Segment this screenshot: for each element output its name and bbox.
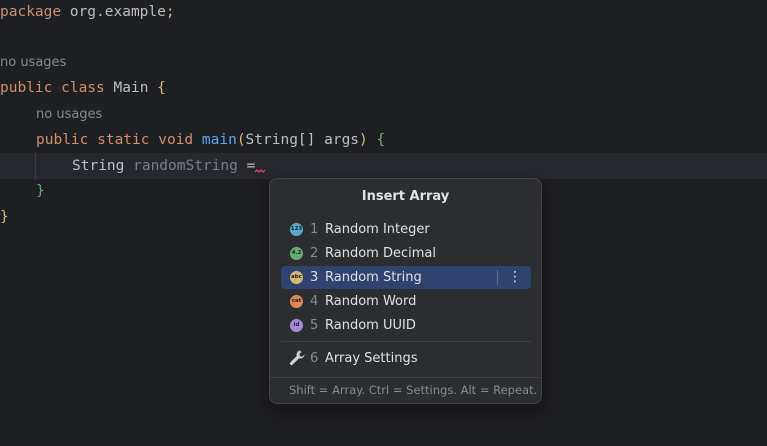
shortcut-hint: Shift = Array. Ctrl = Settings. Alt = Re… (289, 383, 538, 397)
class-name: Main (104, 80, 149, 96)
item-label: Random UUID (325, 318, 416, 333)
item-number: 6 (310, 351, 319, 366)
method-paren-open: ( (236, 132, 246, 148)
popup-divider (281, 341, 531, 342)
code-line-statement[interactable]: String randomString = (72, 154, 266, 178)
string-icon: abc (290, 271, 303, 284)
integer-icon: 123 (290, 223, 303, 236)
item-label: Random Decimal (325, 246, 436, 261)
item-label: Random Integer (325, 222, 430, 237)
param-name: args (315, 132, 360, 148)
keyword-class: class (52, 80, 105, 96)
statement-variable: randomString (124, 158, 238, 174)
item-label: Array Settings (325, 351, 418, 366)
keyword-public: public (0, 80, 53, 96)
method-name: main (193, 132, 237, 148)
code-line-package[interactable]: package org.example; (0, 0, 175, 24)
popup-item-random-string[interactable]: abc 3 Random String ⋮ (281, 266, 531, 289)
popup-item-random-decimal[interactable]: 4.2 2 Random Decimal (281, 242, 531, 265)
popup-title: Insert Array (361, 189, 450, 204)
param-type: String[] (245, 132, 316, 148)
error-squiggle-icon (255, 154, 266, 178)
popup-footer: Shift = Array. Ctrl = Settings. Alt = Re… (270, 377, 541, 403)
statement-equals: = (237, 158, 256, 174)
code-line-class[interactable]: public class Main { (0, 76, 166, 100)
code-line-method-close[interactable]: } (36, 179, 45, 203)
keyword-public: public (36, 132, 89, 148)
package-name: org.example (61, 4, 166, 20)
class-close-brace: } (0, 209, 9, 225)
uuid-icon: id (290, 319, 303, 332)
wrench-icon (289, 350, 305, 366)
popup-item-random-word[interactable]: cat 4 Random Word (281, 290, 531, 313)
code-line-class-close[interactable]: } (0, 205, 9, 229)
decimal-icon: 4.2 (290, 247, 303, 260)
keyword-void: void (149, 132, 194, 148)
package-semicolon: ; (165, 4, 175, 20)
item-label: Random Word (325, 294, 417, 309)
method-close-brace: } (36, 183, 45, 199)
method-paren-close: ) (359, 132, 368, 148)
item-label: Random String (325, 270, 422, 285)
usage-hint-method[interactable]: no usages (36, 105, 102, 125)
item-number: 4 (310, 294, 319, 309)
code-line-method[interactable]: public static void main(String[] args) { (36, 128, 385, 152)
class-open-brace: { (148, 80, 166, 96)
method-open-brace: { (367, 132, 386, 148)
item-separator (497, 270, 498, 285)
statement-type: String (72, 158, 125, 174)
item-number: 2 (310, 246, 319, 261)
item-number: 3 (310, 270, 319, 285)
popup-item-array-settings[interactable]: 6 Array Settings (281, 347, 531, 370)
item-number: 1 (310, 222, 319, 237)
insert-array-popup: Insert Array 123 1 Random Integer 4.2 2 … (269, 178, 542, 404)
indent-guide (35, 152, 36, 180)
keyword-package: package (0, 4, 62, 20)
keyword-static: static (88, 132, 150, 148)
word-icon: cat (290, 295, 303, 308)
more-options-icon[interactable]: ⋮ (505, 266, 525, 289)
item-number: 5 (310, 318, 319, 333)
usage-hint-class[interactable]: no usages (0, 53, 66, 73)
popup-item-random-integer[interactable]: 123 1 Random Integer (281, 218, 531, 241)
popup-item-random-uuid[interactable]: id 5 Random UUID (281, 314, 531, 337)
